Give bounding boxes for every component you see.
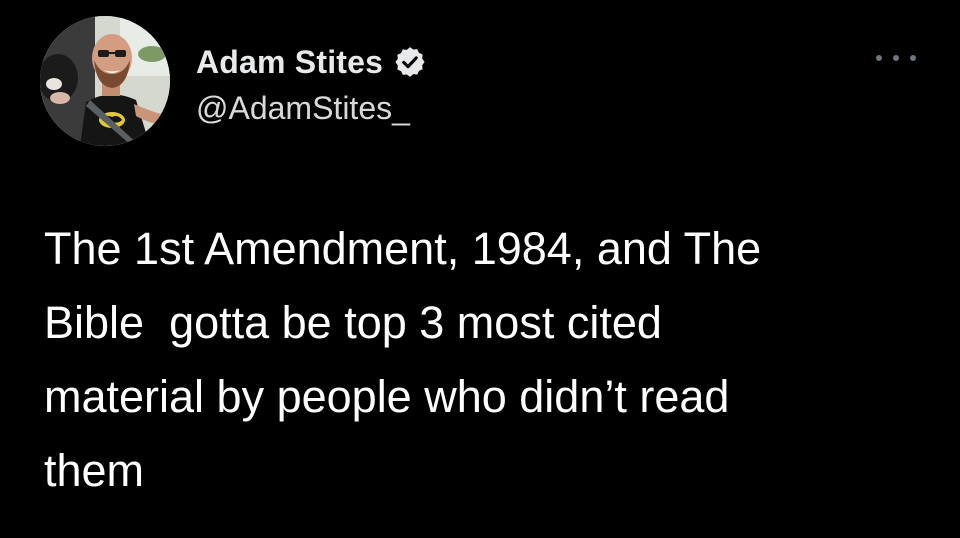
- more-options-icon[interactable]: [876, 48, 916, 68]
- tweet-card: Adam Stites @AdamStites_ The 1st Amendme…: [0, 0, 960, 538]
- author-name-row: Adam Stites: [196, 42, 427, 82]
- author-display-name[interactable]: Adam Stites: [196, 44, 383, 81]
- more-dot: [876, 55, 882, 61]
- tweet-text: The 1st Amendment, 1984, and The Bible g…: [44, 223, 762, 496]
- avatar[interactable]: [40, 16, 170, 146]
- more-dot: [910, 55, 916, 61]
- more-dot: [893, 55, 899, 61]
- profile-photo-icon: [40, 16, 170, 146]
- verified-badge-icon: [393, 45, 427, 79]
- author-handle[interactable]: @AdamStites_: [196, 90, 410, 127]
